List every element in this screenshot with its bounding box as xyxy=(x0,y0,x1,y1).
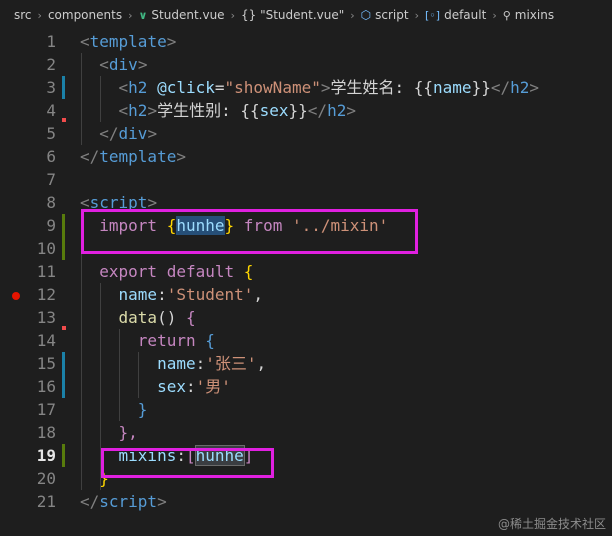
line-number: 21 xyxy=(36,492,56,511)
breadcrumb-item-module[interactable]: {} "Student.vue" xyxy=(241,8,344,22)
code-text: data() { xyxy=(118,308,196,327)
highlight-box-mixins xyxy=(101,448,274,478)
line-number: 13 xyxy=(36,308,56,327)
breadcrumb-item-script[interactable]: script xyxy=(375,8,408,22)
code-line[interactable]: 7 xyxy=(0,168,612,191)
code-text: </div> xyxy=(99,124,158,143)
line-number: 8 xyxy=(46,193,56,212)
line-number: 12 xyxy=(36,285,56,304)
code-line[interactable]: 12 name:'Student', xyxy=(0,283,612,306)
code-line[interactable]: 14 return { xyxy=(0,329,612,352)
code-line[interactable]: 13 data() { xyxy=(0,306,612,329)
line-number: 1 xyxy=(46,32,56,51)
chevron-right-icon: › xyxy=(350,8,355,22)
code-editor[interactable]: 1 <template> 2 <div> 3 <h2 @click="showN… xyxy=(0,30,612,536)
line-number: 3 xyxy=(46,78,56,97)
chevron-right-icon: › xyxy=(128,8,133,22)
breadcrumb-item-mixins[interactable]: mixins xyxy=(515,8,554,22)
breadcrumb: src › components › ∨ Student.vue › {} "S… xyxy=(0,0,612,30)
code-text: name:'Student', xyxy=(118,285,264,304)
line-number: 5 xyxy=(46,124,56,143)
chevron-right-icon: › xyxy=(37,8,42,22)
code-text: name:'张三', xyxy=(157,354,267,373)
code-text: export default { xyxy=(99,262,254,281)
chevron-right-icon: › xyxy=(492,8,497,22)
code-text: <h2>学生性别: {{sex}}</h2> xyxy=(118,101,356,120)
code-line[interactable]: 20 } xyxy=(0,467,612,490)
code-text: <div> xyxy=(99,55,148,74)
code-text: <template> xyxy=(80,32,177,51)
code-line[interactable]: 1 <template> xyxy=(0,30,612,53)
code-line[interactable]: 18 }, xyxy=(0,421,612,444)
watermark: @稀土掘金技术社区 xyxy=(497,517,606,531)
line-number: 10 xyxy=(36,239,56,258)
code-line[interactable]: 19 mixins:[hunhe] xyxy=(0,444,612,467)
code-line[interactable]: 17 } xyxy=(0,398,612,421)
chevron-right-icon: › xyxy=(230,8,235,22)
vue-icon: ∨ xyxy=(138,8,148,22)
code-line[interactable]: 5 </div> xyxy=(0,122,612,145)
breadcrumb-item-default[interactable]: default xyxy=(444,8,486,22)
code-line[interactable]: 15 name:'张三', xyxy=(0,352,612,375)
line-number: 20 xyxy=(36,469,56,488)
line-number: 2 xyxy=(46,55,56,74)
cube-icon: ⬡ xyxy=(360,8,372,22)
line-number: 15 xyxy=(36,354,56,373)
line-number: 7 xyxy=(46,170,56,189)
line-number: 14 xyxy=(36,331,56,350)
code-text: <h2 @click="showName">学生姓名: {{name}}</h2… xyxy=(118,78,539,97)
variable-icon: [◦] xyxy=(425,8,441,22)
code-text: </template> xyxy=(80,147,186,166)
wrench-icon: ⚲ xyxy=(502,8,511,22)
code-line[interactable]: 3 <h2 @click="showName">学生姓名: {{name}}</… xyxy=(0,76,612,99)
code-text: return { xyxy=(137,331,215,350)
code-line[interactable]: 6 </template> xyxy=(0,145,612,168)
code-line[interactable]: 4 <h2>学生性别: {{sex}}</h2> xyxy=(0,99,612,122)
highlight-box-import xyxy=(81,209,418,254)
line-number: 16 xyxy=(36,377,56,396)
breadcrumb-item-components[interactable]: components xyxy=(48,8,122,22)
code-line[interactable]: 16 sex:'男' xyxy=(0,375,612,398)
line-number: 4 xyxy=(46,101,56,120)
code-line[interactable]: 21 </script> xyxy=(0,490,612,513)
code-line[interactable]: 11 export default { xyxy=(0,260,612,283)
line-number: 6 xyxy=(46,147,56,166)
chevron-right-icon: › xyxy=(414,8,419,22)
breadcrumb-item-file[interactable]: Student.vue xyxy=(151,8,224,22)
code-text: </script> xyxy=(80,492,167,511)
code-text: }, xyxy=(118,423,138,442)
line-number: 19 xyxy=(36,446,56,465)
code-line[interactable]: 2 <div> xyxy=(0,53,612,76)
code-text: sex:'男' xyxy=(157,377,231,396)
line-number: 18 xyxy=(36,423,56,442)
line-number: 11 xyxy=(36,262,56,281)
code-text: } xyxy=(137,400,148,419)
line-number: 17 xyxy=(36,400,56,419)
line-number: 9 xyxy=(46,216,56,235)
breadcrumb-item-src[interactable]: src xyxy=(14,8,32,22)
